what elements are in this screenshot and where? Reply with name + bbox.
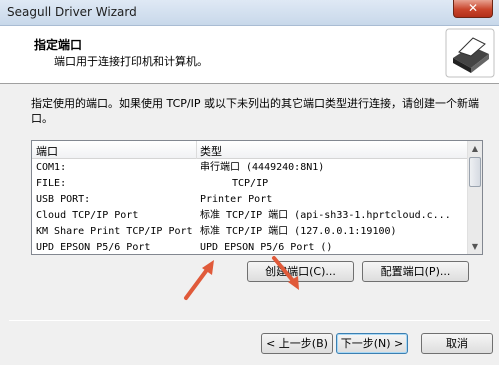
title-bar: Seagull Driver Wizard ✕ bbox=[0, 0, 499, 26]
column-header-port[interactable]: 端口 bbox=[36, 143, 58, 159]
port-type: 标准 TCP/IP 端口 (127.0.0.1:19100) bbox=[200, 226, 397, 237]
port-name: FILE: bbox=[36, 178, 67, 189]
list-item[interactable]: Cloud TCP/IP Port 标准 TCP/IP 端口 (api-sh33… bbox=[32, 208, 469, 224]
wizard-header: 指定端口 端口用于连接打印机和计算机。 bbox=[0, 26, 499, 84]
close-button[interactable]: ✕ bbox=[453, 0, 493, 18]
scroll-up-icon[interactable]: ▲ bbox=[468, 141, 482, 156]
port-list[interactable]: 端口 类型 COM1: 串行端口 (4449240:8N1) FILE: TCP… bbox=[31, 140, 483, 255]
port-name: COM1: bbox=[36, 162, 67, 173]
scroll-down-icon[interactable]: ▼ bbox=[468, 239, 482, 254]
port-name: UPD EPSON P5/6 Port bbox=[36, 242, 151, 253]
list-item[interactable]: FILE: TCP/IP bbox=[32, 176, 469, 192]
port-list-scrollbar[interactable]: ▲ ▼ bbox=[467, 141, 482, 254]
configure-port-button[interactable]: 配置端口(P)... bbox=[362, 261, 469, 282]
list-item[interactable]: COM1: 串行端口 (4449240:8N1) bbox=[32, 160, 469, 176]
port-type: 串行端口 (4449240:8N1) bbox=[200, 162, 325, 173]
column-header-type[interactable]: 类型 bbox=[200, 143, 222, 159]
port-list-header: 端口 类型 bbox=[32, 141, 469, 159]
port-type: 标准 TCP/IP 端口 (api-sh33-1.hprtcloud.c... bbox=[200, 210, 451, 221]
next-button[interactable]: 下一步(N) > bbox=[336, 333, 408, 354]
back-button[interactable]: < 上一步(B) bbox=[261, 333, 333, 354]
port-name: Cloud TCP/IP Port bbox=[36, 210, 139, 221]
footer-divider bbox=[9, 320, 490, 321]
description-text: 指定使用的端口。如果使用 TCP/IP 或以下未列出的其它端口类型进行连接，请创… bbox=[31, 97, 479, 125]
port-name: USB PORT: bbox=[36, 194, 91, 205]
scroll-thumb[interactable] bbox=[469, 157, 481, 187]
page-title: 指定端口 bbox=[34, 38, 83, 52]
list-item[interactable]: USB PORT: Printer Port bbox=[32, 192, 469, 208]
printer-icon bbox=[445, 28, 495, 78]
port-type: Printer Port bbox=[200, 194, 273, 205]
window-title: Seagull Driver Wizard bbox=[7, 5, 137, 19]
list-item[interactable]: UPD EPSON P5/6 Port UPD EPSON P5/6 Port … bbox=[32, 240, 469, 254]
cancel-button[interactable]: 取消 bbox=[421, 333, 493, 354]
annotation-arrow-icon bbox=[272, 256, 299, 290]
page-subtitle: 端口用于连接打印机和计算机。 bbox=[54, 55, 208, 68]
annotation-arrow-icon bbox=[184, 260, 214, 300]
list-item[interactable]: KM Share Print TCP/IP Port 标准 TCP/IP 端口 … bbox=[32, 224, 469, 240]
close-icon: ✕ bbox=[467, 1, 479, 15]
port-name: KM Share Print TCP/IP Port bbox=[36, 226, 193, 237]
port-type: TCP/IP bbox=[232, 178, 269, 189]
port-type: UPD EPSON P5/6 Port () bbox=[200, 242, 333, 253]
